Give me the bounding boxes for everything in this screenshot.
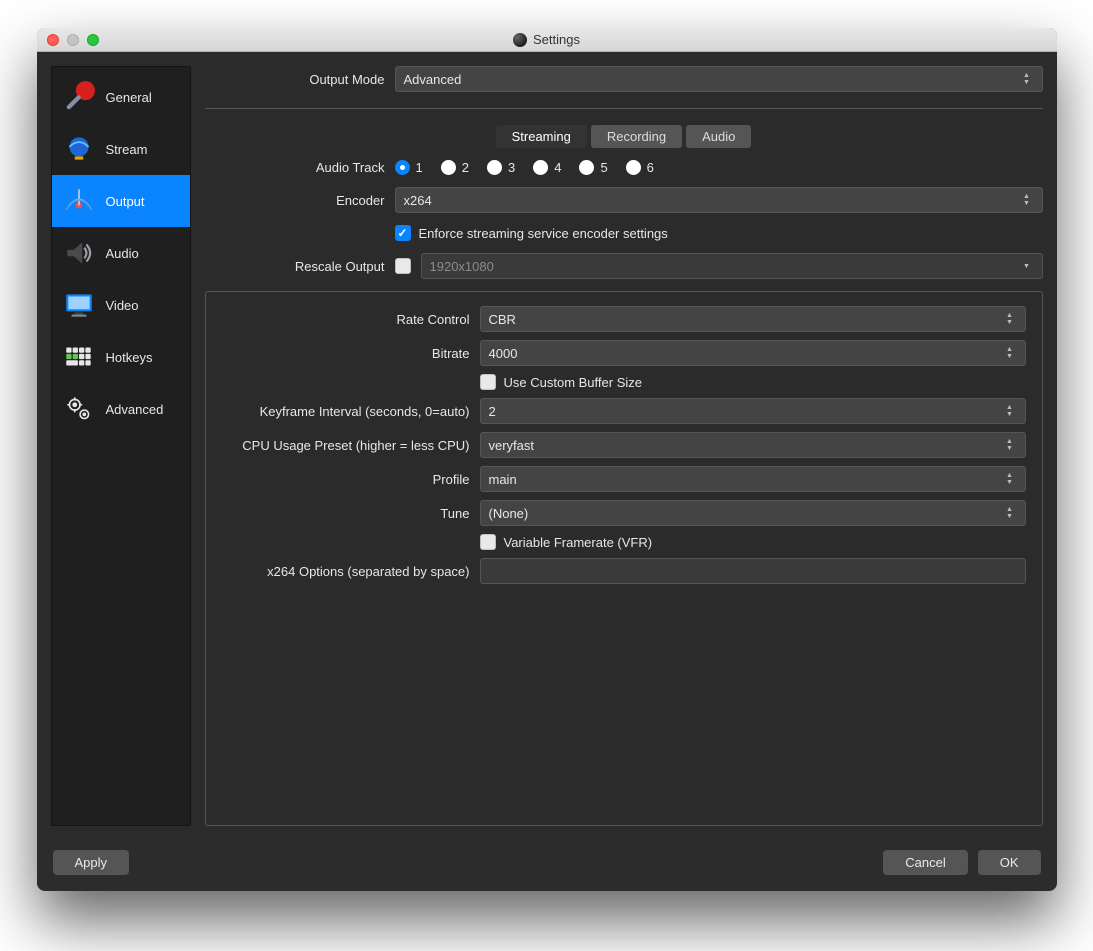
custom-buffer-label: Use Custom Buffer Size xyxy=(504,375,642,390)
bitrate-label: Bitrate xyxy=(222,346,470,361)
maximize-button[interactable] xyxy=(87,34,99,46)
audio-track-5[interactable]: 5 xyxy=(579,160,607,175)
sidebar-item-audio[interactable]: Audio xyxy=(52,227,190,279)
audio-track-label: Audio Track xyxy=(205,160,385,175)
sidebar-item-label: Audio xyxy=(106,246,139,261)
audio-track-2[interactable]: 2 xyxy=(441,160,469,175)
rate-control-value: CBR xyxy=(489,312,516,327)
tune-value: (None) xyxy=(489,506,529,521)
gears-icon xyxy=(62,392,96,426)
sidebar-item-stream[interactable]: Stream xyxy=(52,123,190,175)
sidebar-item-general[interactable]: General xyxy=(52,71,190,123)
cpu-preset-select[interactable]: veryfast ▲▼ xyxy=(480,432,1026,458)
encoder-select[interactable]: x264 ▲▼ xyxy=(395,187,1043,213)
rescale-select[interactable]: 1920x1080 ▼ xyxy=(421,253,1043,279)
rate-control-label: Rate Control xyxy=(222,312,470,327)
sidebar-item-video[interactable]: Video xyxy=(52,279,190,331)
rate-control-select[interactable]: CBR ▲▼ xyxy=(480,306,1026,332)
vfr-label: Variable Framerate (VFR) xyxy=(504,535,653,550)
chevron-updown-icon: ▲▼ xyxy=(1020,73,1034,86)
ok-button[interactable]: OK xyxy=(978,850,1041,875)
encoder-settings-panel: Rate Control CBR ▲▼ Bitrate 4000 ▲▼ xyxy=(205,291,1043,826)
profile-select[interactable]: main ▲▼ xyxy=(480,466,1026,492)
encoder-label: Encoder xyxy=(205,193,385,208)
spinner-arrows-icon[interactable]: ▲▼ xyxy=(1003,347,1017,360)
sidebar-item-label: Advanced xyxy=(106,402,164,417)
keyframe-value: 2 xyxy=(489,404,496,419)
window-controls xyxy=(37,34,99,46)
chevron-down-icon: ▼ xyxy=(1020,263,1034,270)
output-mode-select[interactable]: Advanced ▲▼ xyxy=(395,66,1043,92)
content-area: Output Mode Advanced ▲▼ Streaming Record… xyxy=(205,66,1043,826)
enforce-encoder-label: Enforce streaming service encoder settin… xyxy=(419,226,668,241)
monitor-icon xyxy=(62,288,96,322)
spinner-arrows-icon[interactable]: ▲▼ xyxy=(1003,405,1017,418)
rescale-value: 1920x1080 xyxy=(430,259,494,274)
rescale-checkbox[interactable] xyxy=(395,258,411,274)
antenna-icon xyxy=(62,184,96,218)
bitrate-value: 4000 xyxy=(489,346,518,361)
cancel-button[interactable]: Cancel xyxy=(883,850,967,875)
tab-label: Streaming xyxy=(512,129,571,144)
sidebar-item-output[interactable]: Output xyxy=(52,175,190,227)
tab-recording[interactable]: Recording xyxy=(591,125,682,148)
profile-value: main xyxy=(489,472,517,487)
audio-track-1[interactable]: 1 xyxy=(395,160,423,175)
obs-logo-icon xyxy=(513,33,527,47)
titlebar: Settings xyxy=(37,28,1057,52)
profile-label: Profile xyxy=(222,472,470,487)
custom-buffer-checkbox[interactable] xyxy=(480,374,496,390)
sidebar-item-advanced[interactable]: Advanced xyxy=(52,383,190,435)
sidebar-item-hotkeys[interactable]: Hotkeys xyxy=(52,331,190,383)
tab-label: Audio xyxy=(702,129,735,144)
audio-track-4[interactable]: 4 xyxy=(533,160,561,175)
sidebar-item-label: General xyxy=(106,90,152,105)
apply-button[interactable]: Apply xyxy=(53,850,130,875)
sidebar-item-label: Hotkeys xyxy=(106,350,153,365)
encoder-value: x264 xyxy=(404,193,432,208)
window-title: Settings xyxy=(533,32,580,47)
chevron-updown-icon: ▲▼ xyxy=(1020,194,1034,207)
keyframe-field[interactable]: 2 ▲▼ xyxy=(480,398,1026,424)
sidebar-item-label: Video xyxy=(106,298,139,313)
output-mode-label: Output Mode xyxy=(205,72,385,87)
settings-window: Settings General Stream Output xyxy=(37,28,1057,891)
x264-options-field[interactable] xyxy=(480,558,1026,584)
sidebar-item-label: Stream xyxy=(106,142,148,157)
keyframe-label: Keyframe Interval (seconds, 0=auto) xyxy=(222,404,470,419)
chevron-updown-icon: ▲▼ xyxy=(1003,507,1017,520)
cpu-preset-value: veryfast xyxy=(489,438,535,453)
bitrate-field[interactable]: 4000 ▲▼ xyxy=(480,340,1026,366)
divider xyxy=(205,108,1043,109)
keyboard-icon xyxy=(62,340,96,374)
cpu-preset-label: CPU Usage Preset (higher = less CPU) xyxy=(222,438,470,453)
enforce-encoder-checkbox[interactable] xyxy=(395,225,411,241)
sidebar-item-label: Output xyxy=(106,194,145,209)
rescale-label: Rescale Output xyxy=(205,259,385,274)
output-mode-value: Advanced xyxy=(404,72,462,87)
speaker-icon xyxy=(62,236,96,270)
wrench-icon xyxy=(62,80,96,114)
chevron-updown-icon: ▲▼ xyxy=(1003,473,1017,486)
settings-sidebar: General Stream Output Audio xyxy=(51,66,191,826)
globe-icon xyxy=(62,132,96,166)
tune-select[interactable]: (None) ▲▼ xyxy=(480,500,1026,526)
audio-track-6[interactable]: 6 xyxy=(626,160,654,175)
audio-track-3[interactable]: 3 xyxy=(487,160,515,175)
x264-options-label: x264 Options (separated by space) xyxy=(222,564,470,579)
minimize-button[interactable] xyxy=(67,34,79,46)
tab-audio[interactable]: Audio xyxy=(686,125,751,148)
output-tabs: Streaming Recording Audio xyxy=(205,125,1043,148)
vfr-checkbox[interactable] xyxy=(480,534,496,550)
close-button[interactable] xyxy=(47,34,59,46)
dialog-footer: Apply Cancel OK xyxy=(37,840,1057,891)
tune-label: Tune xyxy=(222,506,470,521)
tab-label: Recording xyxy=(607,129,666,144)
chevron-updown-icon: ▲▼ xyxy=(1003,439,1017,452)
tab-streaming[interactable]: Streaming xyxy=(496,125,587,148)
chevron-updown-icon: ▲▼ xyxy=(1003,313,1017,326)
audio-track-radios: 1 2 3 4 5 6 xyxy=(395,160,654,175)
